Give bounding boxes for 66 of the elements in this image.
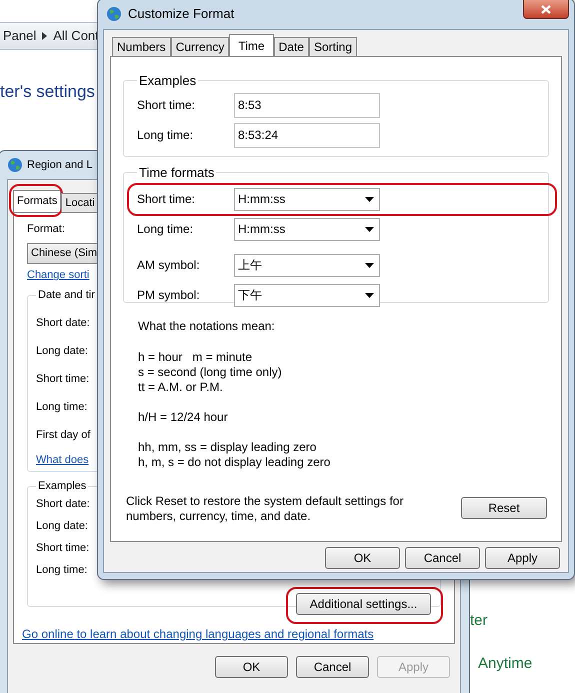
dialog-button[interactable]: Apply [485, 547, 560, 569]
notation-line: h = hour m = minute [138, 350, 254, 365]
dialog-button[interactable]: Cancel [405, 547, 480, 569]
field-label: Long date: [36, 344, 88, 358]
page-heading: ter's settings [0, 81, 95, 103]
field-label: PM symbol: [137, 287, 201, 304]
example-field: 8:53 [234, 92, 380, 118]
additional-settings-button[interactable]: Additional settings... [296, 593, 431, 615]
globe-icon [7, 157, 23, 173]
field-label: Long time: [137, 221, 194, 238]
caret-icon [365, 196, 374, 202]
caret-icon [365, 262, 374, 268]
tab[interactable]: Numbers [112, 37, 171, 56]
caret-icon [365, 292, 374, 298]
field-label: Short date: [36, 497, 90, 512]
field-label: Long time: [137, 127, 194, 144]
tab[interactable]: Locati [61, 193, 99, 212]
dialog-button[interactable]: OK [215, 656, 288, 678]
online-link[interactable]: Go online to learn about changing languages and regional formats [22, 625, 374, 643]
field-label: Long time: [36, 563, 88, 578]
help-link[interactable]: What does [36, 452, 89, 469]
group-title: Time formats [138, 164, 216, 182]
field-label: First day of [36, 428, 90, 442]
field-label: Long time: [36, 400, 88, 414]
notations-heading: What the notations mean: [138, 318, 276, 335]
tab[interactable]: Date [274, 37, 309, 56]
field-label: AM symbol: [137, 257, 201, 274]
field-label: Short time: [36, 372, 90, 386]
window-title: Region and L [27, 158, 92, 173]
field-label: Short time: [137, 191, 196, 208]
sort-link[interactable]: Change sorti [27, 267, 90, 284]
notation-line: h/H = 12/24 hour [138, 410, 229, 425]
format-dropdown[interactable]: 下午 [234, 284, 380, 306]
notation-line: tt = A.M. or P.M. [138, 380, 224, 395]
field-label: Short time: [137, 97, 196, 114]
field-label: Short time: [36, 541, 90, 556]
tab[interactable]: Currency [170, 37, 230, 56]
format-dropdown[interactable]: H:mm:ss [234, 188, 380, 210]
globe-icon [106, 6, 122, 22]
tab[interactable]: Time [229, 34, 274, 56]
close-icon [541, 4, 551, 14]
field-label: Short date: [36, 316, 90, 330]
reset-button[interactable]: Reset [461, 497, 547, 519]
tab[interactable]: Sorting [308, 37, 357, 56]
dialog-button[interactable]: Cancel [296, 656, 369, 678]
caret-icon [365, 226, 374, 232]
group-title: Examples [138, 72, 198, 90]
reset-note: Click Reset to restore the system default settings for numbers, currency, time, and date. [126, 494, 404, 524]
format-dropdown[interactable]: H:mm:ss [234, 218, 380, 240]
format-dropdown[interactable]: 上午 [234, 254, 380, 276]
nav-link[interactable]: Anytime [470, 652, 532, 675]
breadcrumb-item[interactable]: Panel [3, 26, 36, 46]
notation-line: s = second (long time only) [138, 365, 283, 380]
notation-line: hh, mm, ss = display leading zero [138, 440, 318, 455]
nav-link[interactable]: ter [470, 610, 532, 632]
chevron-right-icon [42, 32, 48, 40]
window-title: Customize Format [128, 5, 234, 24]
close-button[interactable] [523, 0, 569, 19]
example-field: 8:53:24 [234, 122, 380, 148]
group-title: Examples [37, 478, 88, 494]
notation-line: h, m, s = do not display leading zero [138, 455, 332, 470]
field-label: Format: [27, 222, 65, 237]
group-title: Date and tir [37, 288, 96, 303]
field-label: Long date: [36, 519, 88, 534]
dialog-button[interactable]: OK [325, 547, 400, 569]
tab[interactable]: Formats [13, 190, 62, 212]
